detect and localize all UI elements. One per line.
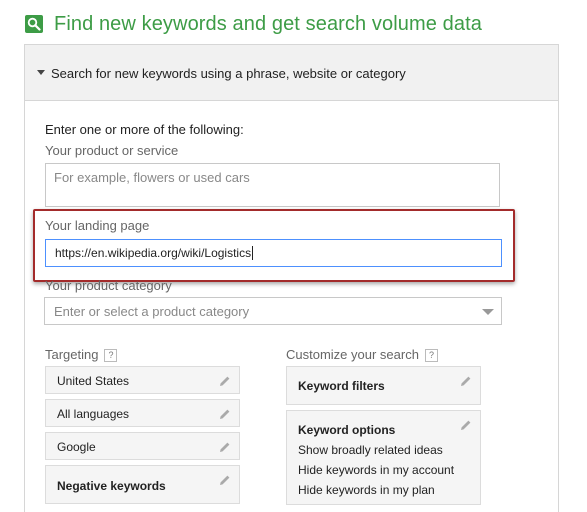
category-placeholder: Enter or select a product category: [54, 303, 250, 319]
landing-page-input[interactable]: https://en.wikipedia.org/wiki/Logistics: [45, 239, 502, 267]
text-cursor: [252, 246, 254, 260]
negative-keywords-label: Negative keywords: [57, 479, 166, 493]
product-input[interactable]: [45, 163, 500, 207]
landing-page-value: https://en.wikipedia.org/wiki/Logistics: [55, 246, 252, 260]
help-icon[interactable]: ?: [104, 349, 118, 362]
help-icon[interactable]: ?: [424, 349, 438, 362]
intro-label: Enter one or more of the following:: [45, 122, 244, 137]
category-select[interactable]: Enter or select a product category: [44, 297, 502, 325]
keyword-option-item: Hide keywords in my account: [298, 463, 455, 477]
targeting-language-label: All languages: [57, 407, 130, 421]
category-label: Your product category: [45, 278, 172, 293]
targeting-network-label: Google: [57, 440, 96, 454]
pencil-icon[interactable]: [460, 375, 472, 387]
section-title[interactable]: Search for new keywords using a phrase, …: [51, 66, 406, 81]
pencil-icon[interactable]: [219, 375, 231, 387]
targeting-location-label: United States: [57, 374, 130, 388]
targeting-language[interactable]: All languages: [45, 399, 240, 427]
keyword-option-item: Show broadly related ideas: [298, 443, 443, 457]
targeting-network[interactable]: Google: [45, 432, 240, 460]
targeting-location[interactable]: United States: [45, 366, 240, 394]
page-title: Find new keywords and get search volume …: [54, 12, 482, 35]
targeting-negative-keywords[interactable]: Negative keywords: [45, 465, 240, 504]
pencil-icon[interactable]: [219, 441, 231, 453]
keyword-options[interactable]: Keyword options Show broadly related ide…: [286, 410, 481, 505]
page-header: Find new keywords and get search volume …: [25, 12, 482, 36]
caret-down-icon[interactable]: [37, 70, 45, 75]
search-icon: [25, 15, 43, 33]
pencil-icon[interactable]: [219, 474, 231, 486]
pencil-icon[interactable]: [219, 408, 231, 420]
targeting-label: Targeting?: [45, 347, 118, 362]
product-label: Your product or service: [45, 143, 179, 158]
keyword-option-item: Hide keywords in my plan: [298, 483, 435, 497]
keyword-filters-label: Keyword filters: [298, 379, 385, 393]
keyword-filters[interactable]: Keyword filters: [286, 366, 481, 405]
chevron-down-icon[interactable]: [482, 309, 494, 315]
landing-page-label: Your landing page: [45, 218, 150, 233]
customize-label: Customize your search?: [286, 347, 438, 362]
pencil-icon[interactable]: [460, 419, 472, 431]
section-header[interactable]: Search for new keywords using a phrase, …: [25, 45, 558, 101]
keyword-options-label: Keyword options: [298, 423, 396, 437]
